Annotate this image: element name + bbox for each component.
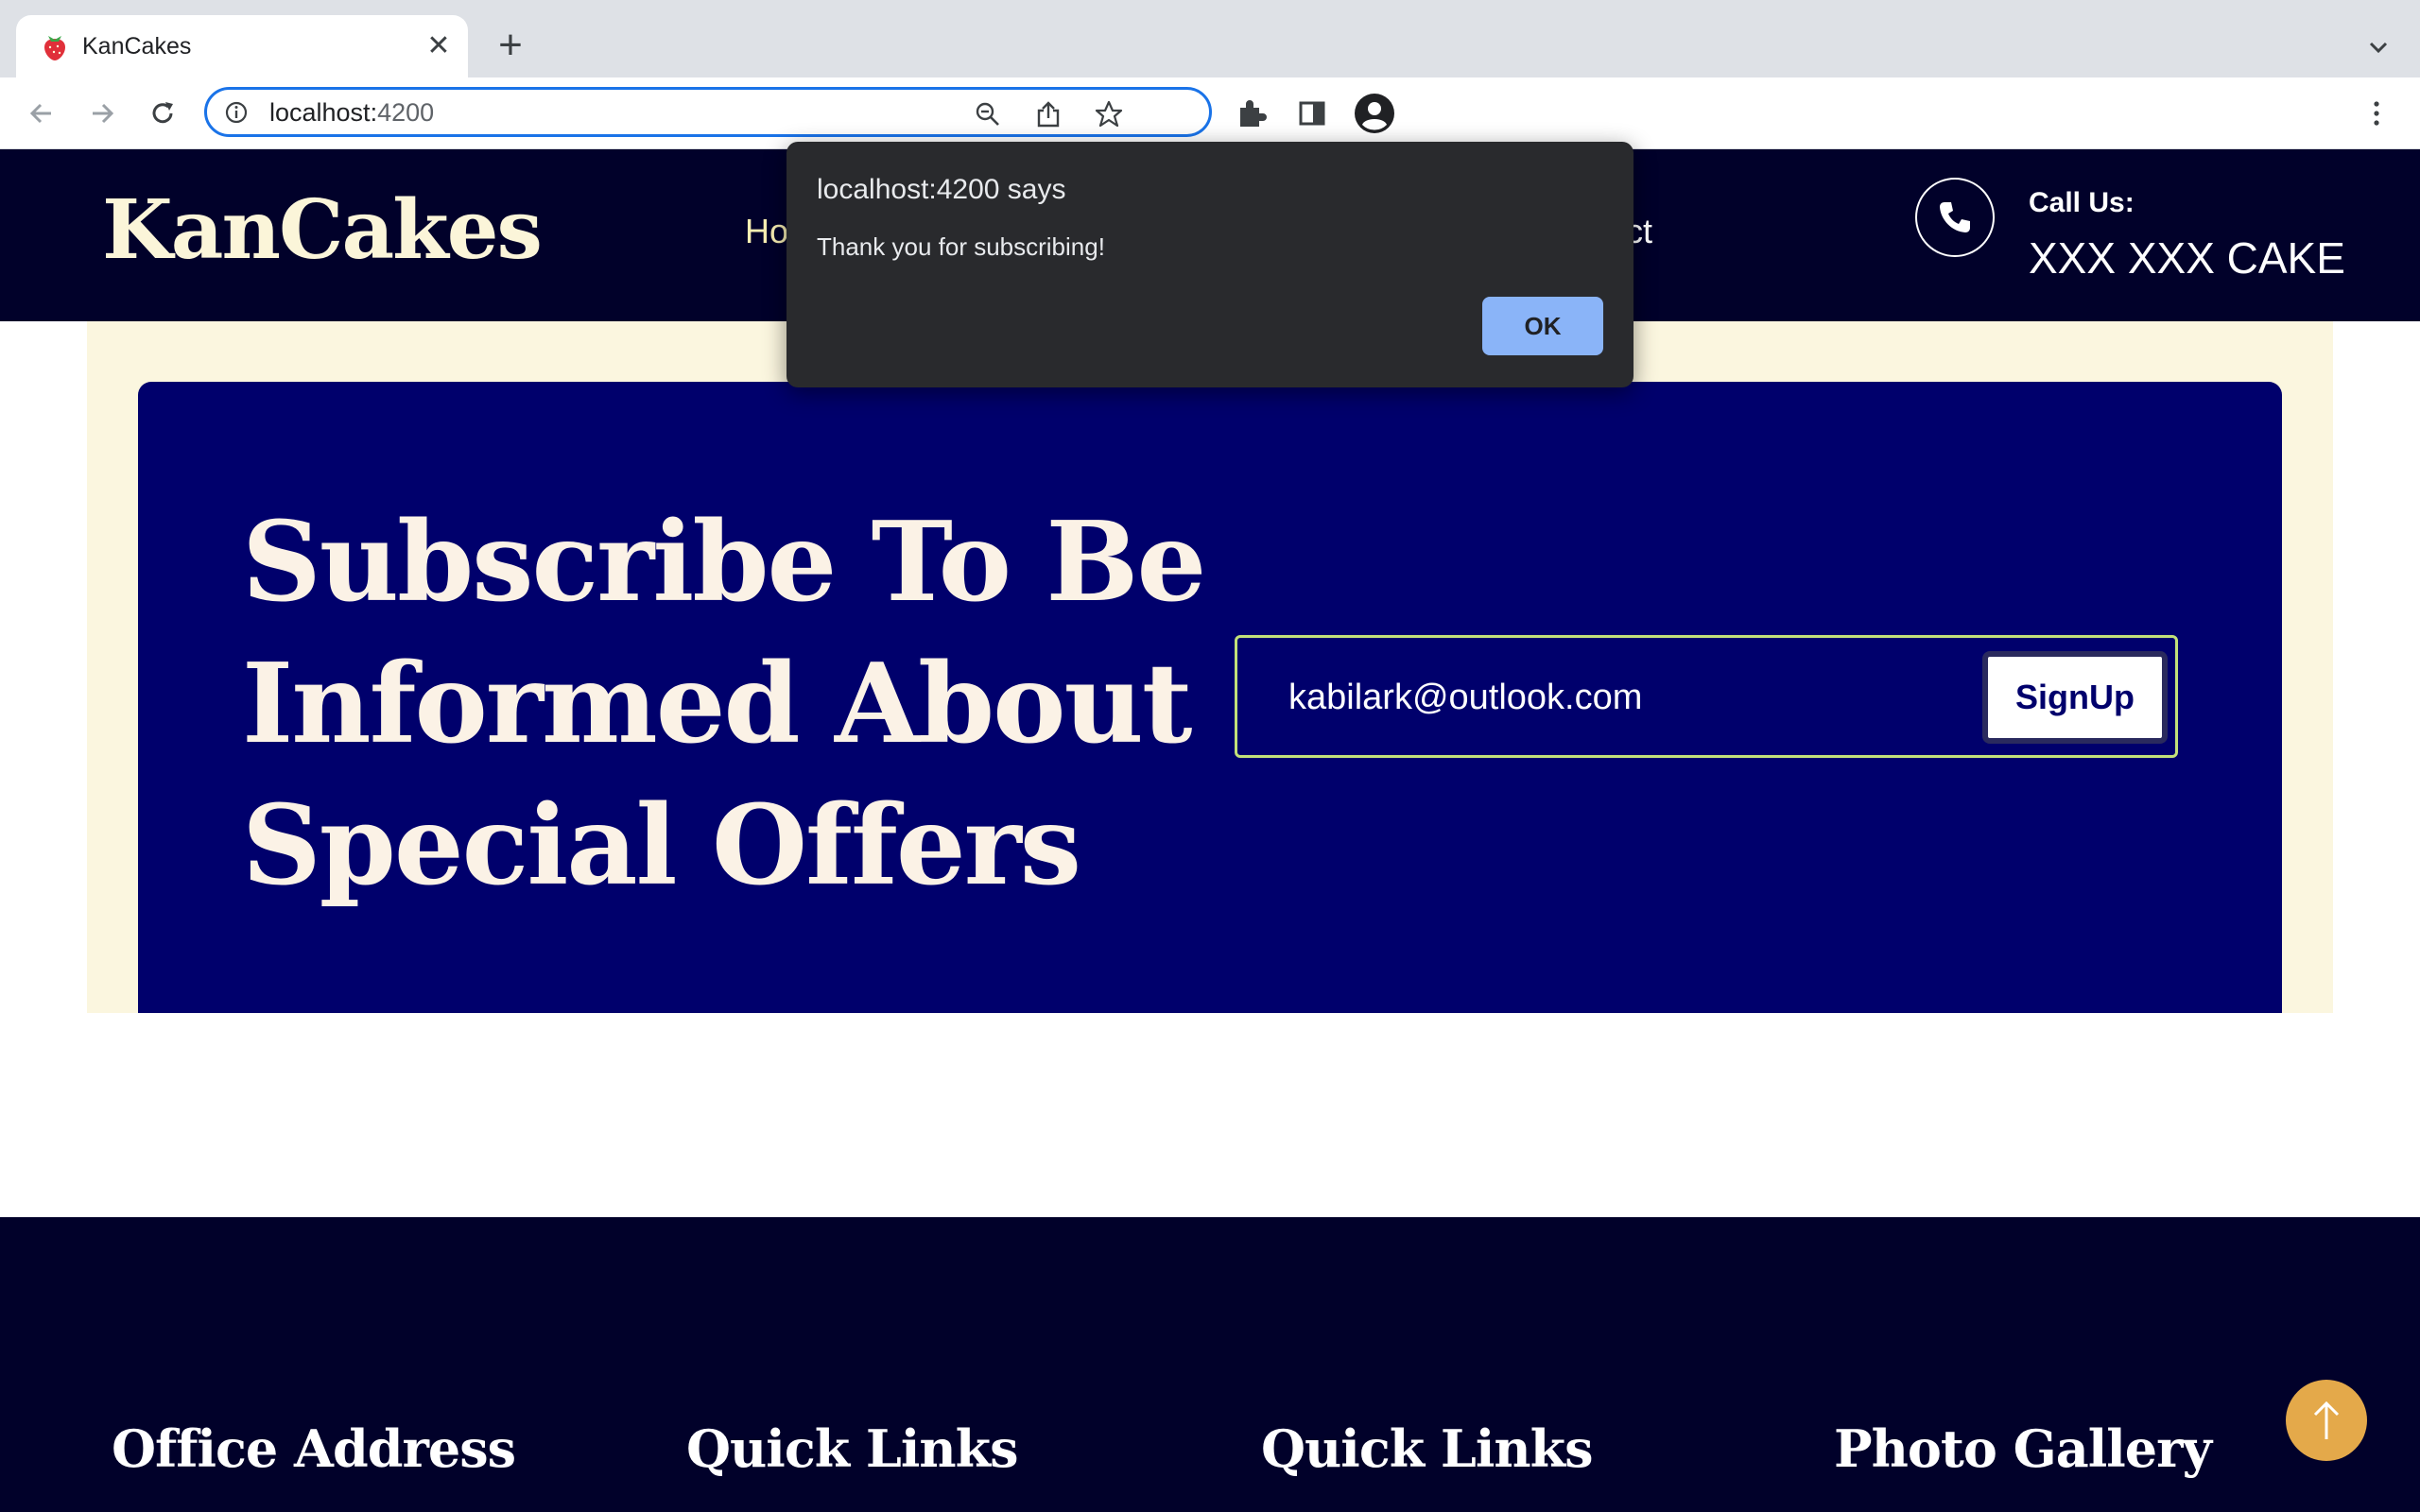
call-us-label: Call Us: [2029,187,2135,218]
close-tab-icon[interactable]: ✕ [421,28,457,64]
footer-quick-links-title-2: Quick Links [1261,1418,1593,1479]
reload-icon[interactable] [144,94,182,132]
alert-dialog: localhost:4200 says Thank you for subscr… [786,142,1634,387]
scroll-to-top-button[interactable] [2286,1380,2367,1461]
subscribe-heading: Subscribe To Be Informed About Special O… [242,498,1206,910]
dialog-message: Thank you for subscribing! [817,232,1105,261]
email-input[interactable] [1260,655,1941,740]
subscribe-form: SignUp [1235,635,2178,758]
footer-office-address-title: Office Address [112,1418,516,1479]
bookmark-star-icon[interactable] [1094,99,1124,129]
back-icon[interactable] [23,94,60,132]
extensions-icon[interactable] [1235,96,1269,130]
footer-photo-gallery-title: Photo Gallery [1834,1418,2212,1479]
new-tab-button[interactable]: + [488,25,533,68]
nav-link-home[interactable]: Ho [745,212,788,251]
browser-tab[interactable]: KanCakes ✕ [16,15,468,77]
call-us-number[interactable]: XXX XXX CAKE [2029,232,2345,284]
menu-icon[interactable] [2360,96,2394,130]
tab-title: KanCakes [82,33,192,60]
site-logo[interactable]: KanCakes [102,183,543,278]
tab-search-icon[interactable] [2358,26,2399,68]
dialog-ok-button[interactable]: OK [1482,297,1603,355]
site-footer: Office Address Quick Links Quick Links P… [0,1217,2420,1512]
phone-icon [1940,202,1970,232]
footer-quick-links-title-1: Quick Links [686,1418,1018,1479]
side-panel-icon[interactable] [1295,96,1329,130]
site-info-icon[interactable] [224,100,249,125]
strawberry-favicon-icon [44,36,65,60]
profile-icon[interactable] [1354,93,1395,134]
browser-tab-strip: KanCakes ✕ + [0,0,2420,77]
share-icon[interactable] [1033,99,1063,129]
url-text: localhost:4200 [269,98,435,127]
address-bar[interactable]: localhost:4200 [204,87,1212,137]
forward-icon[interactable] [83,94,121,132]
subscribe-section: Subscribe To Be Informed About Special O… [138,382,2282,1013]
zoom-out-icon[interactable] [973,99,1003,129]
browser-toolbar: localhost:4200 [0,77,2420,149]
phone-icon-circle [1915,178,1995,257]
dialog-title: localhost:4200 says [817,174,1066,205]
signup-button[interactable]: SignUp [1982,651,2168,744]
arrow-up-icon [2313,1400,2340,1439]
